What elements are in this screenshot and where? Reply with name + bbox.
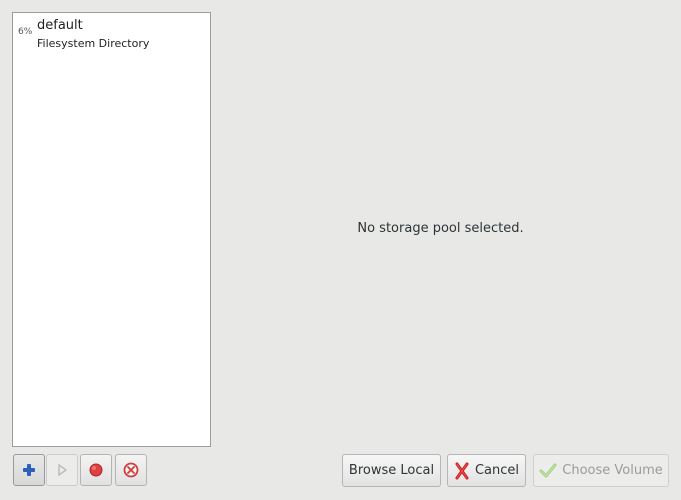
stop-pool-button[interactable]: [80, 454, 112, 486]
no-pool-selected-message: No storage pool selected.: [357, 221, 524, 236]
pool-usage-label: 6%: [18, 27, 33, 37]
browse-local-label: Browse Local: [348, 463, 435, 478]
play-icon: [56, 464, 68, 476]
cancel-icon: [454, 462, 470, 480]
delete-pool-button[interactable]: [115, 454, 147, 486]
choose-storage-volume-window: 6% default Filesystem Directory No stora…: [0, 0, 681, 500]
choose-volume-label: Choose Volume: [562, 463, 663, 478]
pool-name-label: default: [37, 18, 83, 33]
cancel-label: Cancel: [474, 463, 520, 478]
add-pool-button[interactable]: [13, 454, 45, 486]
plus-icon: [22, 463, 36, 477]
check-icon: [539, 463, 557, 479]
browse-local-button[interactable]: Browse Local: [342, 454, 441, 487]
choose-volume-button[interactable]: Choose Volume: [533, 454, 669, 487]
cancel-button[interactable]: Cancel: [447, 454, 526, 487]
start-pool-button[interactable]: [46, 454, 78, 486]
storage-pool-item-default[interactable]: 6% default Filesystem Directory: [13, 13, 210, 55]
delete-icon: [123, 462, 139, 478]
stop-icon: [89, 463, 103, 477]
pool-type-label: Filesystem Directory: [37, 37, 150, 50]
storage-pool-list[interactable]: 6% default Filesystem Directory: [12, 12, 211, 447]
